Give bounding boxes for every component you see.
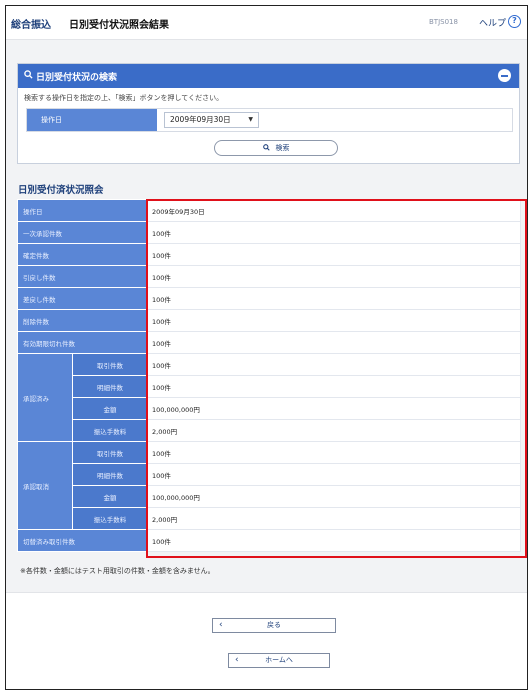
collapse-icon[interactable] bbox=[498, 69, 511, 82]
table-row: 有効期限切れ件数 100件 bbox=[17, 331, 521, 354]
table-row: 金額 100,000,000円 bbox=[18, 397, 521, 420]
operation-date-label: 操作日 bbox=[27, 109, 157, 131]
app-frame: 総合振込 日別受付状況照会結果 BTJS018 ヘルプ ? 日別受付状況の検索 … bbox=[5, 5, 528, 690]
chevron-down-icon: ▼ bbox=[248, 116, 253, 123]
search-button-label: 検索 bbox=[275, 144, 290, 152]
help-link[interactable]: ヘルプ bbox=[479, 16, 506, 29]
results-note: ※各件数・金額にはテスト用取引の件数・金額を含みません。 bbox=[20, 567, 215, 575]
search-panel-title: 日別受付状況の検索 bbox=[36, 73, 118, 83]
table-row: 引戻し件数 100件 bbox=[17, 265, 521, 288]
row-label: 明細件数 bbox=[72, 463, 148, 486]
help-icon[interactable]: ? bbox=[508, 15, 521, 28]
row-label: 取引件数 bbox=[72, 441, 148, 464]
page-title: 日別受付状況照会結果 bbox=[69, 20, 169, 31]
results-table: 操作日 2009年09月30日 一次承認件数 100件 確定件数 100件 引戻… bbox=[17, 199, 521, 552]
table-row: 確定件数 100件 bbox=[17, 243, 521, 266]
table-row: 明細件数 100件 bbox=[18, 375, 521, 398]
row-label: 金額 bbox=[72, 485, 148, 508]
table-row: 切替済み取引件数 100件 bbox=[17, 529, 521, 552]
row-label: 引戻し件数 bbox=[17, 265, 148, 288]
row-value: 100件 bbox=[147, 375, 521, 398]
table-row: 承認済み 取引件数 100件 bbox=[17, 353, 521, 442]
footer-actions: ‹ 戻る ‹ ホームへ bbox=[6, 592, 527, 689]
operation-date-value: 2009年09月30日 bbox=[170, 115, 231, 124]
page-header: 総合振込 日別受付状況照会結果 BTJS018 ヘルプ ? bbox=[6, 6, 527, 40]
search-button[interactable]: 検索 bbox=[214, 140, 338, 156]
row-value: 100件 bbox=[147, 353, 521, 376]
row-label: 一次承認件数 bbox=[17, 221, 148, 244]
table-row: 操作日 2009年09月30日 bbox=[17, 199, 521, 222]
row-label: 有効期限切れ件数 bbox=[17, 331, 148, 354]
group-label: 承認取消 bbox=[17, 441, 73, 530]
search-icon bbox=[24, 70, 33, 82]
group-label: 承認済み bbox=[17, 353, 73, 442]
back-button-label: 戻る bbox=[267, 621, 281, 629]
table-row: 一次承認件数 100件 bbox=[17, 221, 521, 244]
row-label: 明細件数 bbox=[72, 375, 148, 398]
back-button[interactable]: ‹ 戻る bbox=[212, 618, 336, 633]
row-label: 振込手数料 bbox=[72, 419, 148, 442]
row-value: 100件 bbox=[147, 309, 521, 332]
row-label: 操作日 bbox=[17, 199, 148, 222]
table-row: 削除件数 100件 bbox=[17, 309, 521, 332]
row-label: 切替済み取引件数 bbox=[17, 529, 148, 552]
search-panel-header[interactable]: 日別受付状況の検索 bbox=[18, 64, 519, 88]
table-row: 差戻し件数 100件 bbox=[17, 287, 521, 310]
row-value: 100,000,000円 bbox=[147, 485, 521, 508]
table-row: 振込手数料 2,000円 bbox=[18, 507, 521, 530]
row-value: 2,000円 bbox=[147, 419, 521, 442]
row-value: 100件 bbox=[147, 287, 521, 310]
operation-date-select[interactable]: 2009年09月30日 ▼ bbox=[164, 112, 259, 128]
row-label: 金額 bbox=[72, 397, 148, 420]
table-row: 金額 100,000,000円 bbox=[18, 485, 521, 508]
screen-code: BTJS018 bbox=[429, 18, 458, 26]
row-label: 削除件数 bbox=[17, 309, 148, 332]
row-label: 差戻し件数 bbox=[17, 287, 148, 310]
home-button[interactable]: ‹ ホームへ bbox=[228, 653, 330, 668]
row-value: 2,000円 bbox=[147, 507, 521, 530]
row-value: 100件 bbox=[147, 265, 521, 288]
row-label: 振込手数料 bbox=[72, 507, 148, 530]
row-value: 2009年09月30日 bbox=[147, 199, 521, 222]
home-button-label: ホームへ bbox=[265, 656, 293, 664]
breadcrumb-category[interactable]: 総合振込 bbox=[11, 16, 51, 31]
operation-date-row: 操作日 2009年09月30日 ▼ bbox=[26, 108, 513, 132]
table-row: 振込手数料 2,000円 bbox=[18, 419, 521, 442]
table-row: 承認取消 取引件数 100件 bbox=[17, 441, 521, 530]
row-value: 100件 bbox=[147, 441, 521, 464]
row-value: 100件 bbox=[147, 331, 521, 354]
row-value: 100件 bbox=[147, 463, 521, 486]
search-instruction: 検索する操作日を指定の上、「検索」ボタンを押してください。 bbox=[24, 94, 224, 102]
row-value: 100件 bbox=[147, 243, 521, 266]
callout-line bbox=[527, 378, 528, 380]
search-icon bbox=[262, 144, 270, 151]
row-label: 確定件数 bbox=[17, 243, 148, 266]
row-value: 100,000,000円 bbox=[147, 397, 521, 420]
row-value: 100件 bbox=[147, 221, 521, 244]
row-value: 100件 bbox=[147, 529, 521, 552]
table-row: 明細件数 100件 bbox=[18, 463, 521, 486]
search-panel: 日別受付状況の検索 検索する操作日を指定の上、「検索」ボタンを押してください。 … bbox=[17, 63, 520, 164]
row-label: 取引件数 bbox=[72, 353, 148, 376]
results-section-title: 日別受付済状況照会 bbox=[18, 185, 104, 196]
